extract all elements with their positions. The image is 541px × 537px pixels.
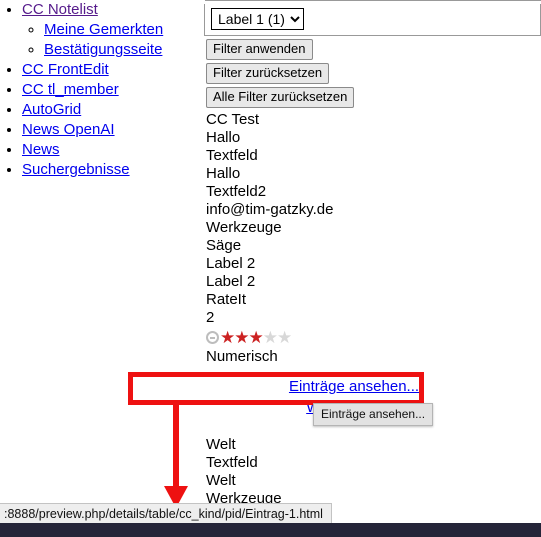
nav-item-suchergebnisse: Suchergebnisse	[22, 160, 200, 180]
record-field: Label 2	[206, 255, 256, 272]
record-field: Werkzeuge	[206, 219, 282, 236]
annotation-arrow-shaft	[173, 405, 179, 488]
record-field: Textfeld2	[206, 183, 267, 200]
nav-item-news: News	[22, 140, 200, 160]
record-field: Textfeld	[206, 454, 258, 471]
sidebar-item-news[interactable]: News	[22, 141, 60, 158]
sidebar-item-cc-notelist[interactable]: CC Notelist	[22, 1, 98, 18]
tail-field-list: Welt Textfeld Welt Werkzeuge	[206, 436, 541, 508]
nav-item-cc-notelist: CC Notelist Meine Gemerkten Bestätigungs…	[22, 0, 200, 60]
filter-buttons-group: Filter anwenden Filter zurücksetzen Alle…	[206, 39, 541, 108]
filter-table: Label 1 (1)	[204, 0, 541, 36]
reset-filter-button[interactable]: Filter zurücksetzen	[206, 63, 330, 84]
record-field: Hallo	[206, 129, 241, 146]
record-field: Säge	[206, 237, 242, 254]
filter-table-cell: Label 1 (1)	[204, 4, 541, 36]
star-icon[interactable]: ★	[249, 329, 264, 346]
sidebar-item-autogrid[interactable]: AutoGrid	[22, 101, 81, 118]
apply-filter-button[interactable]: Filter anwenden	[206, 39, 313, 60]
star-rating-widget[interactable]: ★ ★ ★ ★ ★	[206, 328, 541, 347]
sidebar-item-cc-frontedit[interactable]: CC FrontEdit	[22, 61, 109, 78]
bottom-chrome-bar	[0, 523, 541, 537]
record-field: Welt	[206, 472, 236, 489]
record-field: Label 2	[206, 273, 256, 290]
main-content: Label 1 (1) Filter anwenden Filter zurüc…	[204, 0, 541, 508]
label-filter-select[interactable]: Label 1 (1)	[211, 8, 304, 30]
record-field: Hallo	[206, 165, 241, 182]
nav-sublist-cc-notelist: Meine Gemerkten Bestätigungsseite	[22, 20, 200, 60]
star-icon[interactable]: ★	[234, 329, 249, 346]
star-icon[interactable]: ★	[263, 329, 278, 346]
nav-item-bestaetigungsseite: Bestätigungsseite	[44, 40, 200, 60]
record-field-list: CC Test Hallo Textfeld Hallo Textfeld2 i…	[206, 111, 541, 366]
sidebar-item-bestaetigungsseite[interactable]: Bestätigungsseite	[44, 41, 162, 58]
nav-item-autogrid: AutoGrid	[22, 100, 200, 120]
nav-item-cc-frontedit: CC FrontEdit	[22, 60, 200, 80]
sidebar-item-meine-gemerkten[interactable]: Meine Gemerkten	[44, 21, 163, 38]
sidebar-item-news-openai[interactable]: News OpenAI	[22, 121, 115, 138]
view-entries-link[interactable]: Einträge ansehen...	[204, 376, 504, 397]
record-field: CC Test	[206, 111, 260, 128]
record-field: Numerisch	[206, 348, 278, 365]
nav-item-news-openai: News OpenAI	[22, 120, 200, 140]
nav-item-meine-gemerkten: Meine Gemerkten	[44, 20, 200, 40]
nav-item-cc-tl-member: CC tl_member	[22, 80, 200, 100]
record-field: RateIt	[206, 291, 247, 308]
link-tooltip: Einträge ansehen...	[313, 403, 434, 426]
sidebar-nav: CC Notelist Meine Gemerkten Bestätigungs…	[0, 0, 200, 180]
sidebar-item-suchergebnisse[interactable]: Suchergebnisse	[22, 161, 130, 178]
record-field-email: info@tim-gatzky.de	[206, 201, 334, 218]
star-icon[interactable]: ★	[220, 329, 235, 346]
reset-all-filters-button[interactable]: Alle Filter zurücksetzen	[206, 87, 355, 108]
star-icon[interactable]: ★	[277, 329, 292, 346]
nav-list: CC Notelist Meine Gemerkten Bestätigungs…	[0, 0, 200, 180]
clear-rating-icon[interactable]	[206, 331, 219, 344]
filter-table-row: Label 1 (1)	[204, 4, 541, 36]
record-field: Welt	[206, 436, 236, 453]
record-field: 2	[206, 309, 215, 326]
record-field: Textfeld	[206, 147, 258, 164]
sidebar-item-cc-tl-member[interactable]: CC tl_member	[22, 81, 119, 98]
